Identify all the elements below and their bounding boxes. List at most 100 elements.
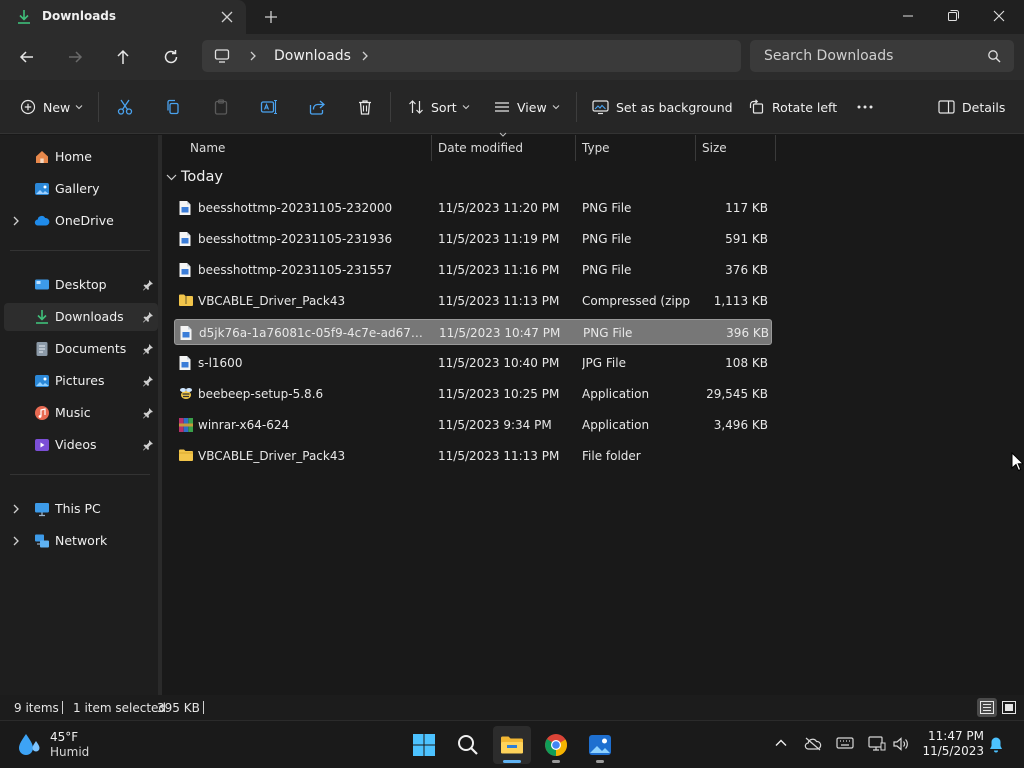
pin-icon[interactable] bbox=[142, 343, 154, 355]
chevron-up-icon[interactable] bbox=[774, 736, 788, 750]
sidebar-item-home[interactable]: Home bbox=[4, 143, 158, 171]
pin-icon[interactable] bbox=[142, 407, 154, 419]
new-button[interactable]: New bbox=[20, 97, 83, 117]
sidebar-item-downloads[interactable]: Downloads bbox=[4, 303, 158, 331]
chevron-right-icon[interactable] bbox=[360, 50, 370, 62]
sidebar-item-videos[interactable]: Videos bbox=[4, 431, 158, 459]
details-button[interactable]: Details bbox=[938, 97, 1005, 117]
table-row[interactable]: winrar-x64-624 11/5/2023 9:34 PM Applica… bbox=[174, 412, 772, 438]
thumbnail-view-toggle[interactable] bbox=[999, 698, 1019, 717]
keyboard-icon[interactable] bbox=[836, 736, 854, 750]
png-file-icon bbox=[179, 325, 193, 341]
search-input[interactable]: Search Downloads bbox=[750, 40, 1014, 72]
minimize-icon[interactable] bbox=[896, 6, 920, 26]
view-button[interactable]: View bbox=[494, 97, 560, 117]
pane-splitter[interactable] bbox=[158, 135, 162, 695]
png-file-icon bbox=[178, 262, 192, 278]
file-size: 117 KB bbox=[725, 201, 768, 215]
volume-icon[interactable] bbox=[892, 736, 910, 752]
windows-start-icon bbox=[412, 733, 436, 757]
table-row[interactable]: s-l1600 11/5/2023 10:40 PM JPG File 108 … bbox=[174, 350, 772, 376]
sidebar-item-gallery[interactable]: Gallery bbox=[4, 175, 158, 203]
copy-button[interactable] bbox=[164, 97, 182, 117]
column-separator[interactable] bbox=[695, 135, 696, 161]
pin-icon[interactable] bbox=[142, 439, 154, 451]
table-row[interactable]: VBCABLE_Driver_Pack43 11/5/2023 11:13 PM… bbox=[174, 288, 772, 314]
pin-icon[interactable] bbox=[142, 311, 154, 323]
search-icon[interactable] bbox=[987, 49, 1001, 63]
search-placeholder: Search Downloads bbox=[764, 48, 894, 64]
table-row-selected[interactable]: d5jk76a-1a76081c-05f9-4c7e-ad67-ba6f5...… bbox=[174, 319, 772, 345]
taskbar-start-button[interactable] bbox=[405, 726, 443, 764]
taskbar-file-explorer[interactable] bbox=[493, 726, 531, 764]
share-button[interactable] bbox=[308, 97, 326, 117]
download-icon bbox=[16, 9, 32, 25]
column-separator[interactable] bbox=[431, 135, 432, 161]
large-icons-view-icon bbox=[1002, 701, 1016, 714]
forward-icon[interactable] bbox=[64, 46, 86, 68]
rename-button[interactable] bbox=[260, 97, 278, 117]
chevron-right-icon[interactable] bbox=[12, 216, 20, 226]
status-divider bbox=[62, 701, 63, 714]
chevron-right-icon[interactable] bbox=[248, 50, 258, 62]
table-row[interactable]: beesshottmp-20231105-231557 11/5/2023 11… bbox=[174, 257, 772, 283]
chevron-right-icon[interactable] bbox=[12, 504, 20, 514]
back-icon[interactable] bbox=[16, 46, 38, 68]
delete-button[interactable] bbox=[356, 97, 374, 117]
close-window-icon[interactable] bbox=[987, 6, 1011, 26]
view-list-icon bbox=[494, 99, 510, 115]
navigation-pane[interactable]: Home Gallery OneDrive Desktop Downloads bbox=[0, 135, 158, 695]
chevron-right-icon[interactable] bbox=[12, 536, 20, 546]
pin-icon[interactable] bbox=[142, 279, 154, 291]
sidebar-item-pictures[interactable]: Pictures bbox=[4, 367, 158, 395]
sidebar-item-onedrive[interactable]: OneDrive bbox=[4, 207, 158, 235]
cut-button[interactable] bbox=[116, 97, 134, 117]
column-header-size[interactable]: Size bbox=[702, 141, 727, 155]
weather-widget[interactable]: 45°F Humid bbox=[16, 729, 126, 763]
details-view-toggle[interactable] bbox=[977, 698, 997, 717]
column-header-name[interactable]: Name bbox=[190, 141, 225, 155]
breadcrumb-downloads[interactable]: Downloads bbox=[274, 48, 351, 64]
taskbar-clock[interactable]: 11:47 PM 11/5/2023 bbox=[920, 729, 984, 758]
column-header-type[interactable]: Type bbox=[582, 141, 610, 155]
notification-bell-icon[interactable] bbox=[988, 736, 1004, 754]
pin-icon[interactable] bbox=[142, 375, 154, 387]
close-tab-icon[interactable] bbox=[218, 8, 236, 26]
column-header-date[interactable]: Date modified bbox=[438, 141, 523, 155]
column-separator[interactable] bbox=[575, 135, 576, 161]
network-status-icon[interactable] bbox=[868, 736, 886, 752]
rotate-left-button[interactable]: Rotate left bbox=[748, 97, 837, 117]
more-options-button[interactable] bbox=[856, 97, 874, 117]
documents-icon bbox=[34, 341, 50, 357]
details-pane-icon bbox=[938, 99, 955, 115]
music-icon bbox=[34, 405, 50, 421]
sidebar-item-this-pc[interactable]: This PC bbox=[4, 495, 158, 523]
sidebar-item-network[interactable]: Network bbox=[4, 527, 158, 555]
table-row[interactable]: beesshottmp-20231105-232000 11/5/2023 11… bbox=[174, 195, 772, 221]
table-row[interactable]: beebeep-setup-5.8.6 11/5/2023 10:25 PM A… bbox=[174, 381, 772, 407]
address-bar[interactable]: Downloads bbox=[202, 40, 741, 72]
taskbar-photos[interactable] bbox=[581, 726, 619, 764]
sidebar-item-documents[interactable]: Documents bbox=[4, 335, 158, 363]
column-separator[interactable] bbox=[775, 135, 776, 161]
set-as-background-button[interactable]: Set as background bbox=[592, 97, 733, 117]
chrome-icon bbox=[544, 733, 568, 757]
taskbar-chrome[interactable] bbox=[537, 726, 575, 764]
refresh-icon[interactable] bbox=[160, 46, 182, 68]
restore-icon[interactable] bbox=[941, 6, 965, 26]
up-icon[interactable] bbox=[112, 46, 134, 68]
paste-button[interactable] bbox=[212, 97, 230, 117]
onedrive-offline-icon[interactable] bbox=[804, 736, 822, 752]
chevron-down-icon[interactable] bbox=[166, 174, 177, 181]
sort-button[interactable]: Sort bbox=[408, 97, 470, 117]
status-selection-size: 395 KB bbox=[157, 701, 200, 715]
scissors-icon bbox=[116, 98, 134, 116]
tab-downloads[interactable]: Downloads bbox=[0, 0, 246, 34]
table-row[interactable]: beesshottmp-20231105-231936 11/5/2023 11… bbox=[174, 226, 772, 252]
sidebar-item-desktop[interactable]: Desktop bbox=[4, 271, 158, 299]
taskbar-search-button[interactable] bbox=[449, 726, 487, 764]
sidebar-item-music[interactable]: Music bbox=[4, 399, 158, 427]
new-tab-icon[interactable] bbox=[262, 8, 280, 26]
command-divider bbox=[576, 92, 577, 122]
table-row[interactable]: VBCABLE_Driver_Pack43 11/5/2023 11:13 PM… bbox=[174, 443, 772, 469]
